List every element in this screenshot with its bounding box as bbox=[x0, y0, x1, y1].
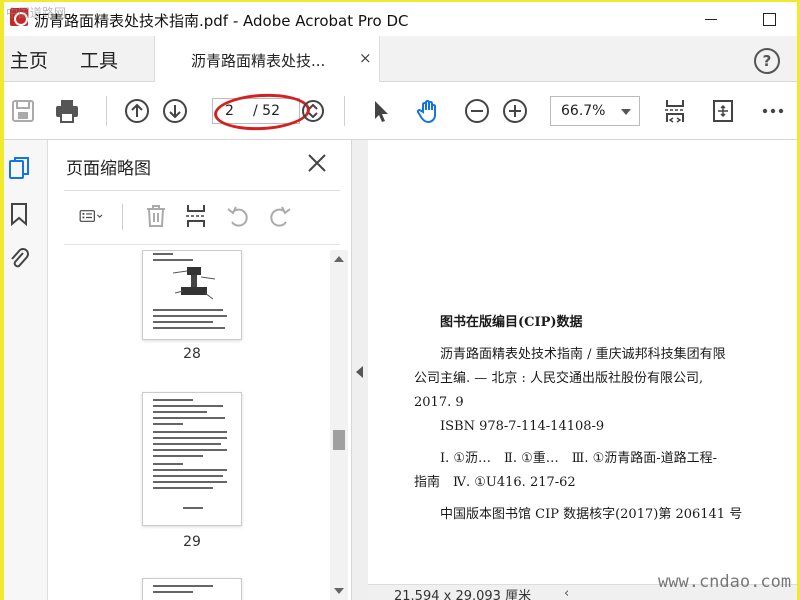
rotate-view-icon[interactable] bbox=[708, 96, 738, 126]
thumbnail-text-line bbox=[153, 481, 227, 483]
bookmark-icon[interactable] bbox=[6, 200, 32, 228]
tab-bar: 主页 工具 沥青路面精表处技... × ? bbox=[4, 36, 797, 82]
watermark-bottom: www.cndao.com bbox=[658, 572, 792, 592]
thumbnail-text-line bbox=[153, 487, 213, 489]
thumbnails-icon[interactable] bbox=[6, 154, 32, 182]
fit-page-icon[interactable] bbox=[660, 96, 690, 126]
thumbnail-text-line bbox=[153, 431, 227, 433]
thumbnail-text-line bbox=[153, 327, 225, 329]
cip-text-line: 公司主编. — 北京 : 人民交通出版社股份有限公司, bbox=[414, 371, 704, 386]
thumbnail-text-line bbox=[183, 507, 203, 509]
thumbnail-text-line bbox=[153, 259, 193, 261]
rotate-left-icon[interactable] bbox=[224, 202, 252, 230]
divider bbox=[64, 244, 340, 245]
thumbnail-text-line bbox=[153, 253, 173, 255]
zoom-value: 66.7% bbox=[561, 103, 606, 119]
document-tab-label: 沥青路面精表处技... bbox=[191, 52, 326, 70]
zoom-select[interactable]: 66.7% bbox=[550, 96, 640, 126]
thumbnail-text-line bbox=[153, 469, 227, 471]
help-icon[interactable]: ? bbox=[754, 48, 780, 74]
cip-heading: 图书在版编目(CIP)数据 bbox=[440, 315, 583, 330]
thumbnail-text-line bbox=[153, 443, 221, 445]
left-rail bbox=[4, 140, 48, 600]
library-line: 中国版本图书馆 CIP 数据核字(2017)第 206141 号 bbox=[440, 507, 743, 522]
thumbnail-text-line bbox=[153, 405, 223, 407]
panel-collapse-strip[interactable] bbox=[352, 140, 368, 600]
hand-tool-icon[interactable] bbox=[414, 96, 444, 126]
cip-text-line: 沥青路面精表处技术指南 / 重庆诚邦科技集团有限 bbox=[440, 347, 726, 362]
toolbar-separator bbox=[106, 96, 107, 126]
zoom-out-icon[interactable] bbox=[462, 96, 492, 126]
thumbnail-text-line bbox=[153, 591, 193, 593]
thumbnail-list: 28 29 bbox=[48, 250, 330, 600]
attachment-icon[interactable] bbox=[6, 244, 32, 272]
cip-text-line: 2017. 9 bbox=[414, 395, 464, 410]
thumbnail-text-line bbox=[153, 475, 223, 477]
classification-line: 指南 Ⅳ. ①U416. 217-62 bbox=[414, 475, 576, 490]
divider bbox=[64, 190, 340, 191]
page-thumbnail[interactable] bbox=[142, 250, 242, 340]
thumbnail-text-line bbox=[153, 411, 207, 413]
isbn-line: ISBN 978-7-114-14108-9 bbox=[440, 419, 605, 434]
page-thumbnail[interactable] bbox=[142, 392, 242, 526]
panel-title: 页面缩略图 bbox=[66, 159, 151, 179]
scroll-down-icon[interactable] bbox=[334, 588, 344, 594]
toolbar-separator bbox=[344, 96, 345, 126]
close-icon[interactable] bbox=[304, 150, 330, 176]
options-icon[interactable] bbox=[70, 202, 114, 230]
thumbnail-text-line bbox=[153, 585, 213, 587]
scroll-left-icon[interactable]: ‹ bbox=[564, 586, 569, 600]
tab-tools[interactable]: 工具 bbox=[80, 46, 118, 73]
thumbnail-text-line bbox=[153, 399, 193, 401]
thumbnail-text-line bbox=[153, 417, 225, 419]
document-view: 图书在版编目(CIP)数据 沥青路面精表处技术指南 / 重庆诚邦科技集团有限 公… bbox=[368, 140, 797, 600]
thumbnail-toolbar bbox=[48, 198, 352, 238]
thumbnail-text-line bbox=[153, 309, 223, 311]
toolbar-separator bbox=[122, 204, 123, 230]
save-icon[interactable] bbox=[8, 96, 38, 126]
document-tab[interactable]: 沥青路面精表处技... × bbox=[154, 36, 380, 82]
thumbnail-text-line bbox=[153, 449, 227, 451]
thumbnails-panel: 页面缩略图 28 29 bbox=[48, 140, 352, 600]
scroll-mode-icon[interactable] bbox=[298, 96, 328, 126]
thumbnail-page-label: 28 bbox=[183, 346, 201, 362]
rotate-right-icon[interactable] bbox=[266, 202, 294, 230]
thumbnail-text-line bbox=[153, 423, 183, 425]
thumbnail-text-line bbox=[153, 437, 227, 439]
maximize-button[interactable] bbox=[754, 6, 784, 32]
thumbnail-page-label: 29 bbox=[183, 534, 201, 550]
thumbnail-text-line bbox=[153, 321, 213, 323]
scroll-up-icon[interactable] bbox=[334, 256, 344, 262]
cip-data-block: 图书在版编目(CIP)数据 沥青路面精表处技术指南 / 重庆诚邦科技集团有限 公… bbox=[414, 312, 774, 528]
page-size-readout: 21.594 x 29.093 厘米 bbox=[394, 589, 532, 600]
close-tab-icon[interactable]: × bbox=[359, 49, 372, 67]
thumbnail-text-line bbox=[153, 455, 203, 457]
acrobat-window: 中国道路网 沥青路面精表处技术指南.pdf - Adobe Acrobat Pr… bbox=[4, 2, 797, 600]
more-icon[interactable] bbox=[758, 96, 788, 126]
select-arrow-icon[interactable] bbox=[366, 96, 396, 126]
page-down-icon[interactable] bbox=[160, 96, 190, 126]
collapse-left-icon[interactable] bbox=[356, 366, 363, 378]
main-toolbar: 2 / 52 66.7% bbox=[4, 82, 797, 140]
chevron-down-icon bbox=[621, 109, 631, 115]
print-icon[interactable] bbox=[52, 96, 82, 126]
thumbnail-figure bbox=[172, 267, 216, 300]
tab-home[interactable]: 主页 bbox=[10, 46, 48, 73]
thumbnail-text-line bbox=[153, 463, 183, 465]
insert-page-icon[interactable] bbox=[182, 202, 210, 230]
minimize-button[interactable] bbox=[696, 6, 726, 32]
thumbnail-scrollbar[interactable] bbox=[330, 250, 348, 600]
window-title: 沥青路面精表处技术指南.pdf - Adobe Acrobat Pro DC bbox=[34, 12, 409, 30]
page-thumbnail[interactable] bbox=[142, 578, 242, 600]
thumbnail-text-line bbox=[153, 315, 227, 317]
zoom-in-icon[interactable] bbox=[500, 96, 530, 126]
classification-line: Ⅰ. ①沥… Ⅱ. ①重… Ⅲ. ①沥青路面-道路工程- bbox=[440, 451, 718, 466]
scrollbar-thumb[interactable] bbox=[333, 430, 345, 450]
page-up-icon[interactable] bbox=[122, 96, 152, 126]
title-bar: 中国道路网 沥青路面精表处技术指南.pdf - Adobe Acrobat Pr… bbox=[4, 2, 797, 36]
delete-icon[interactable] bbox=[142, 202, 170, 230]
